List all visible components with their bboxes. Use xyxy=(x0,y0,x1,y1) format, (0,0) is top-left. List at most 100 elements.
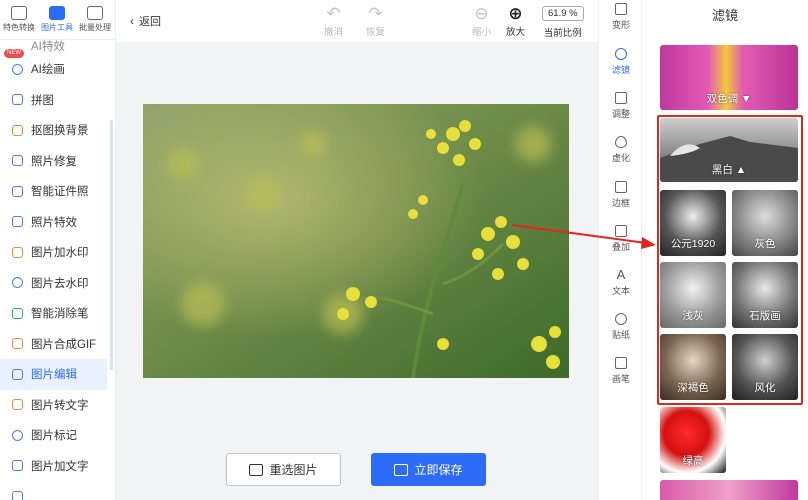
blur-icon xyxy=(615,136,627,148)
save-icon xyxy=(394,463,409,476)
mark-icon xyxy=(12,429,23,441)
new-badge: NEW xyxy=(4,49,24,58)
tool-menu: AI特效 NEW AI绘画 拼图 抠图换背景 照片修复 智能证件照 照片特效 图… xyxy=(0,40,115,500)
menu-item-label: 智能消除笔 xyxy=(31,308,89,321)
menu-item-label: 图片加水印 xyxy=(31,247,89,260)
redo-button[interactable]: ↷ 恢复 xyxy=(366,4,385,38)
photo-effect-icon xyxy=(12,216,23,228)
tool-transform[interactable]: 变形 xyxy=(599,3,643,31)
ai-paint-icon xyxy=(12,63,23,75)
menu-item-ocr[interactable]: 图片转文字 xyxy=(0,390,115,421)
menu-item-label: 图片合成GIF xyxy=(31,338,97,351)
menu-item-label: 图片标记 xyxy=(31,430,77,443)
tool-label: 变形 xyxy=(611,20,630,30)
star-icon xyxy=(11,6,27,20)
menu-item-gif[interactable]: 图片合成GIF xyxy=(0,329,115,360)
menu-item-label: 抠图换背景 xyxy=(31,125,89,138)
tool-label: 虚化 xyxy=(611,153,630,163)
menu-item-collage[interactable]: 拼图 xyxy=(0,85,115,116)
text-icon: A xyxy=(616,267,626,282)
menu-item-watermark[interactable]: 图片加水印 xyxy=(0,237,115,268)
filter-preset-green-high[interactable]: 绿高 xyxy=(660,407,726,473)
menu-item-label: 图片转文字 xyxy=(31,399,89,412)
tool-adjust[interactable]: 调整 xyxy=(599,92,643,120)
tool-label: 文本 xyxy=(611,286,630,296)
category-next[interactable] xyxy=(660,480,798,500)
zoom-in-icon: ⊕ xyxy=(508,4,523,23)
menu-item-edit-image[interactable]: 图片编辑 xyxy=(0,359,107,390)
editor-toolbar: ‹ 返回 ↶ 撤消 ↷ 恢复 ⊖ 缩小 ⊕ 放大 61.9 % 当前比例 xyxy=(116,0,598,42)
current-ratio: 61.9 % 当前比例 xyxy=(542,4,584,39)
undo-icon: ↶ xyxy=(326,4,341,23)
back-button[interactable]: ‹ 返回 xyxy=(130,13,161,29)
undo-button[interactable]: ↶ 撤消 xyxy=(324,4,343,38)
tab-label: 特色转换 xyxy=(3,23,35,32)
eraser-pen-icon xyxy=(12,307,23,319)
menu-item-label: 照片修复 xyxy=(31,155,77,168)
menu-item-label: AI绘画 xyxy=(31,64,65,77)
menu-item-photo-effect[interactable]: 照片特效 xyxy=(0,207,115,238)
menu-item-photo-repair[interactable]: 照片修复 xyxy=(0,146,115,177)
tool-label: 滤镜 xyxy=(611,65,630,75)
menu-item-label: 图片加文字 xyxy=(31,460,89,473)
menu-item-label: 拼图 xyxy=(31,94,54,107)
tab-batch-process[interactable]: 批量处理 xyxy=(76,0,114,39)
tool-sticker[interactable]: 贴纸 xyxy=(599,313,643,341)
more-icon xyxy=(12,490,23,500)
tool-text[interactable]: A 文本 xyxy=(599,267,643,297)
save-now-button[interactable]: 立即保存 xyxy=(371,453,486,486)
photo-preview xyxy=(143,104,569,378)
category-duotone[interactable]: 双色调 ▼ xyxy=(660,45,798,110)
frame-icon xyxy=(615,181,627,193)
tool-frame[interactable]: 边框 xyxy=(599,181,643,209)
menu-item-label: 智能证件照 xyxy=(31,186,89,199)
menu-item-add-text[interactable]: 图片加文字 xyxy=(0,451,115,482)
adjust-icon xyxy=(615,92,627,104)
menu-item-eraser-pen[interactable]: 智能消除笔 xyxy=(0,298,115,329)
tool-label: 调整 xyxy=(611,109,630,119)
tool-brush[interactable]: 画笔 xyxy=(599,357,643,385)
tool-filter[interactable]: 滤镜 xyxy=(599,48,643,76)
menu-item-label: AI特效 xyxy=(31,41,65,53)
tool-label: 画笔 xyxy=(611,374,630,384)
tool-overlay[interactable]: 叠加 xyxy=(599,225,643,253)
menu-item-partial[interactable] xyxy=(0,481,115,500)
zoom-in-button[interactable]: ⊕ 放大 xyxy=(506,4,525,38)
zoom-value[interactable]: 61.9 % xyxy=(542,6,584,21)
filter-icon xyxy=(615,48,627,60)
menu-item-ai-paint[interactable]: NEW AI绘画 xyxy=(0,49,115,85)
save-label: 立即保存 xyxy=(414,463,463,477)
menu-item-remove-watermark[interactable]: 图片去水印 xyxy=(0,268,115,299)
tool-label: 叠加 xyxy=(611,242,630,252)
id-photo-icon xyxy=(12,185,23,197)
zoom-out-icon: ⊖ xyxy=(474,4,489,23)
menu-item-label: 照片特效 xyxy=(31,216,77,229)
zoom-out-button[interactable]: ⊖ 缩小 xyxy=(472,4,491,38)
image-tools-icon xyxy=(49,6,65,20)
edit-tool-strip: 变形 滤镜 调整 虚化 边框 叠加 A 文本 贴纸 画笔 xyxy=(598,0,642,500)
edit-image-icon xyxy=(12,368,23,380)
category-label: 双色调 ▼ xyxy=(706,93,752,105)
current-ratio-label: 当前比例 xyxy=(543,28,582,39)
image-icon xyxy=(249,463,264,476)
rapeseed-flower-photo xyxy=(143,104,569,378)
tool-blur[interactable]: 虚化 xyxy=(599,136,643,164)
reselect-image-button[interactable]: 重选图片 xyxy=(226,453,341,486)
zoom-out-label: 缩小 xyxy=(472,27,492,38)
tab-image-tools[interactable]: 图片工具 xyxy=(38,0,76,39)
menu-item-mark[interactable]: 图片标记 xyxy=(0,420,115,451)
top-category-tabs: 特色转换 图片工具 批量处理 xyxy=(0,0,115,40)
remove-watermark-icon xyxy=(12,277,23,289)
chevron-left-icon: ‹ xyxy=(130,14,134,28)
transform-icon xyxy=(615,3,627,15)
tab-label: 批量处理 xyxy=(79,23,111,32)
redo-label: 恢复 xyxy=(366,27,386,38)
sidebar-scrollbar[interactable] xyxy=(110,120,113,370)
tab-feature-convert[interactable]: 特色转换 xyxy=(0,0,38,39)
watermark-icon xyxy=(12,246,23,258)
highlight-frame xyxy=(657,115,803,405)
collage-icon xyxy=(12,94,23,106)
menu-item-cutout[interactable]: 抠图换背景 xyxy=(0,115,115,146)
menu-item-id-photo[interactable]: 智能证件照 xyxy=(0,176,115,207)
redo-icon: ↷ xyxy=(368,4,383,23)
